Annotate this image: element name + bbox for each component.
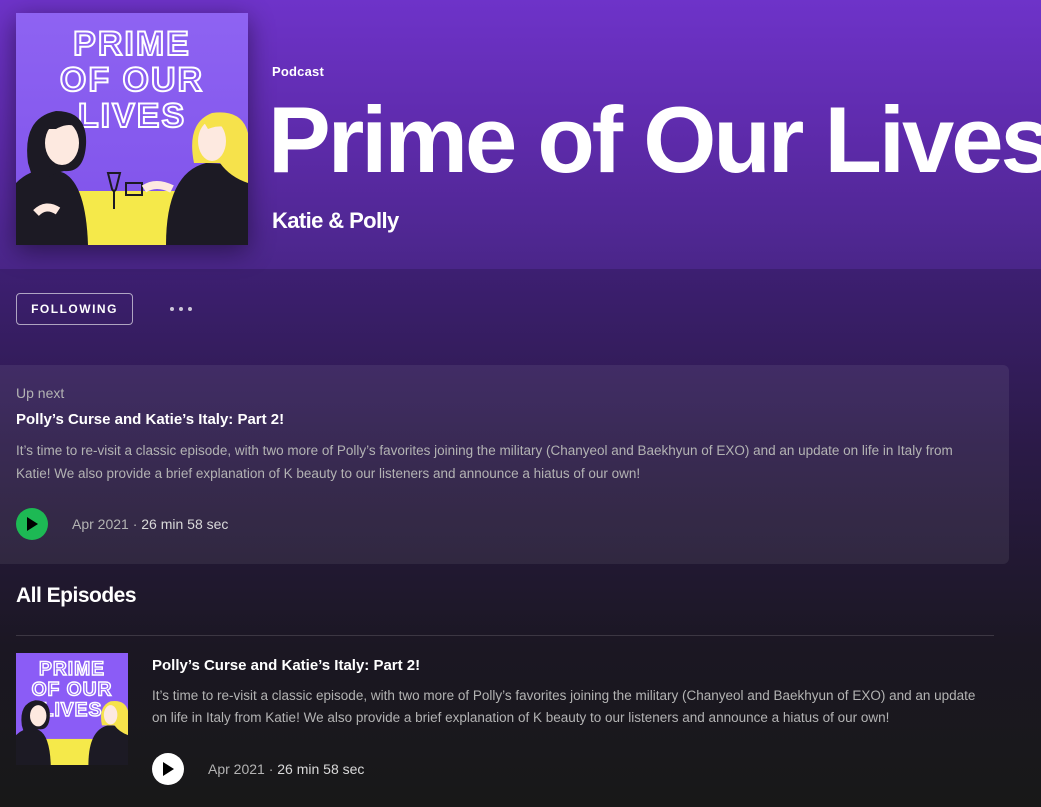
- podcast-title: Prime of Our Lives: [268, 87, 1041, 192]
- cover-title-line: OF OUR: [32, 679, 113, 700]
- up-next-episode-description: It’s time to re-visit a classic episode,…: [16, 443, 953, 481]
- up-next-label: Up next: [16, 385, 65, 401]
- episode-thumbnail[interactable]: PRIME OF OUR LIVES: [16, 653, 128, 765]
- more-horizontal-icon[interactable]: [164, 296, 198, 322]
- episode-date: Apr 2021 ·: [208, 761, 278, 777]
- cover-title-line: LIVES: [78, 97, 186, 135]
- following-button[interactable]: FOLLOWING: [16, 293, 133, 325]
- episode-duration: 26 min 58 sec: [141, 516, 229, 532]
- play-button[interactable]: [16, 508, 48, 540]
- episode-description: It’s time to re-visit a classic episode,…: [152, 688, 976, 725]
- play-icon: [163, 762, 174, 776]
- cover-title-line: PRIME: [39, 659, 105, 680]
- content-type-label: Podcast: [272, 64, 324, 79]
- dot: [170, 307, 174, 311]
- episode-meta: Apr 2021 · 26 min 58 sec: [208, 761, 364, 777]
- divider: [16, 635, 994, 636]
- podcast-author[interactable]: Katie & Polly: [272, 208, 399, 234]
- episode-duration: 26 min 58 sec: [277, 761, 365, 777]
- play-icon: [27, 517, 38, 531]
- dot: [188, 307, 192, 311]
- cover-title-line: OF OUR: [60, 61, 204, 99]
- episode-date: Apr 2021 ·: [72, 516, 142, 532]
- episode-title[interactable]: Polly’s Curse and Katie’s Italy: Part 2!: [152, 657, 420, 674]
- play-button[interactable]: [152, 753, 184, 785]
- podcast-cover-art: PRIME OF OUR LIVES: [16, 13, 248, 245]
- cover-title-line: LIVES: [42, 700, 103, 721]
- up-next-card: Up next Polly’s Curse and Katie’s Italy:…: [0, 365, 1009, 564]
- episode-meta: Apr 2021 · 26 min 58 sec: [72, 516, 228, 532]
- dot: [179, 307, 183, 311]
- up-next-episode-title[interactable]: Polly’s Curse and Katie’s Italy: Part 2!: [16, 411, 284, 428]
- cover-title-line: PRIME: [73, 25, 191, 63]
- all-episodes-heading: All Episodes: [16, 584, 137, 607]
